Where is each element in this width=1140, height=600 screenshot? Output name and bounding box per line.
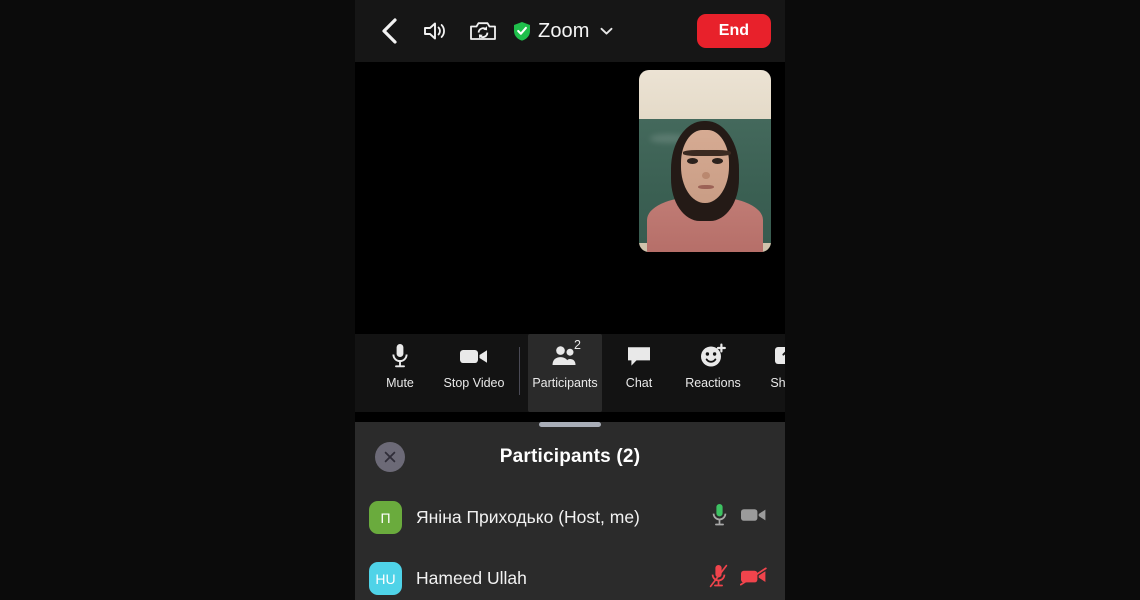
microphone-icon [390,343,410,369]
participant-row-guest[interactable]: HU Hameed Ullah [355,548,785,600]
video-person-face [681,130,729,203]
end-meeting-button[interactable]: End [696,14,771,48]
flip-camera-icon[interactable] [463,11,503,51]
avatar: П [369,501,402,534]
chat-bubble-icon [626,343,652,369]
meeting-controls-toolbar: Mute Stop Video 2 Participants Chat Reac… [355,334,785,412]
toolbar-label-reactions: Reactions [685,376,741,390]
avatar-initials: П [380,509,391,526]
toolbar-button-stop-video[interactable]: Stop Video [437,334,511,412]
participants-list: П Яніна Приходько (Host, me) HU Hameed U… [355,487,785,600]
self-view-thumbnail[interactable] [639,70,771,252]
toolbar-button-reactions[interactable]: Reactions [676,334,750,412]
toolbar-button-participants[interactable]: 2 Participants [528,334,602,412]
panel-drag-handle[interactable] [539,422,601,427]
video-camera-off-icon[interactable] [739,567,767,591]
back-chevron-icon[interactable] [369,11,409,51]
video-wall-background [639,70,771,120]
participant-status-icons [711,503,767,532]
microphone-muted-icon[interactable] [709,564,728,593]
screenshot-canvas: Zoom End Mute Stop Video 2 Participants … [0,0,1140,600]
video-person-nose [701,171,710,180]
toolbar-label-mute: Mute [386,376,414,390]
toolbar-button-mute[interactable]: Mute [363,334,437,412]
participants-panel-header: Participants (2) [355,433,785,481]
participants-panel-title: Participants (2) [499,446,641,467]
toolbar-label-share: Share [770,376,785,390]
avatar: HU [369,562,402,595]
speaker-icon[interactable] [415,11,455,51]
participant-name: Hameed Ullah [416,568,527,588]
video-person-brow-right [697,150,732,156]
participant-name: Яніна Приходько (Host, me) [416,507,640,527]
participants-panel: Participants (2) П Яніна Приходько (Host… [355,422,785,600]
meeting-name-dropdown[interactable]: Zoom [513,20,614,43]
participant-status-icons [709,564,767,593]
toolbar-label-chat: Chat [625,376,653,390]
green-shield-check-icon [513,21,531,41]
video-camera-icon [459,343,489,369]
video-camera-on-icon[interactable] [740,506,767,529]
meeting-top-bar: Zoom End [355,0,785,62]
smiley-plus-icon [699,343,727,369]
toolbar-button-share[interactable]: Share [750,334,785,412]
meeting-name-label: Zoom [538,19,590,42]
toolbar-button-chat[interactable]: Chat [602,334,676,412]
microphone-unmuted-icon[interactable] [711,503,728,532]
toolbar-label-participants: Participants [532,376,598,390]
avatar-initials: HU [375,570,396,587]
close-x-icon[interactable] [375,442,405,472]
participants-count-badge: 2 [574,338,581,352]
video-stage[interactable] [355,62,785,334]
participant-row-host[interactable]: П Яніна Приходько (Host, me) [355,487,785,548]
chevron-down-icon [599,25,614,37]
phone-viewport: Zoom End Mute Stop Video 2 Participants … [355,0,785,600]
toolbar-label-stop-video: Stop Video [443,376,505,390]
toolbar-divider [519,347,520,395]
share-screen-icon [774,343,785,369]
